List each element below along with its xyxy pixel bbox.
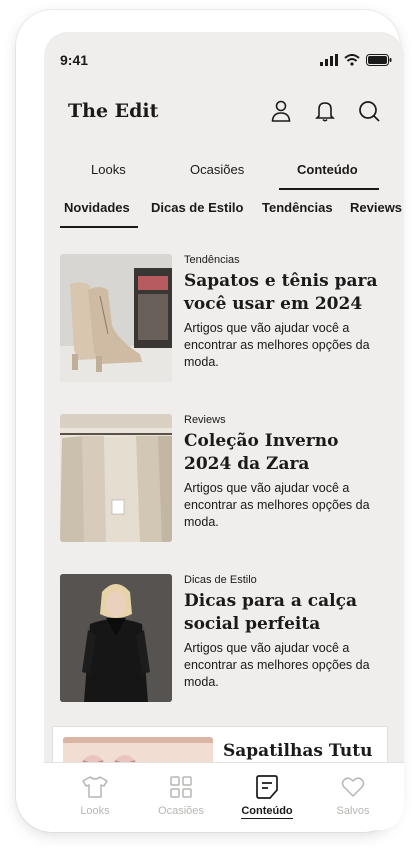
article-title: Sapatilhas Tutu (223, 741, 373, 761)
article-image-shoes (60, 254, 172, 382)
main-tabs: Looks Ocasiões Conteúdo (44, 152, 404, 192)
article-category: Dicas de Estilo (184, 574, 257, 586)
app-screen: 9:41 The Edit Looks Ocasiões Conteúdo No… (44, 32, 404, 830)
notifications-button[interactable] (312, 98, 338, 124)
article-title: Sapatos e tênis para você usar em 2024 (184, 271, 378, 314)
phone-frame: 9:41 The Edit Looks Ocasiões Conteúdo No… (16, 10, 404, 832)
article-title: Coleção Inverno 2024 da Zara (184, 431, 339, 474)
subtab-novidades[interactable]: Novidades (64, 200, 130, 215)
bell-icon (315, 102, 335, 122)
active-subtab-indicator (60, 226, 138, 228)
article-image-woman-suit (60, 574, 172, 702)
app-title: The Edit (68, 100, 159, 122)
nav-label: Looks (80, 805, 110, 817)
tshirt-icon (82, 776, 108, 798)
nav-label: Ocasiões (158, 805, 204, 817)
article-icon (256, 775, 278, 799)
active-tab-indicator (279, 188, 379, 190)
wifi-icon (344, 54, 360, 66)
nav-item-ocasioes[interactable]: Ocasiões (145, 773, 217, 819)
battery-icon (366, 54, 392, 66)
subtab-dicas-de-estilo[interactable]: Dicas de Estilo (151, 200, 243, 215)
app-header: The Edit (44, 92, 404, 132)
status-bar: 9:41 (44, 32, 404, 76)
signal-icon (320, 54, 338, 66)
article-description: Artigos que vão ajudar você a encontrar … (184, 321, 370, 369)
article-card[interactable]: Dicas de Estilo Dicas para a calça socia… (60, 574, 390, 704)
tab-conteudo[interactable]: Conteúdo (297, 162, 358, 177)
nav-label: Conteúdo (241, 805, 293, 819)
bottom-navigation: Looks Ocasiões Conteúdo Salvos (44, 762, 404, 830)
user-icon (271, 100, 291, 122)
heart-icon (341, 777, 365, 797)
article-description: Artigos que vão ajudar você a encontrar … (184, 481, 370, 529)
article-card[interactable]: Reviews Coleção Inverno 2024 da Zara Art… (60, 414, 390, 544)
grid-icon (170, 776, 192, 798)
status-icons (320, 54, 392, 66)
article-category: Reviews (184, 414, 226, 426)
sub-tabs: Novidades Dicas de Estilo Tendências Rev… (44, 198, 404, 230)
subtab-reviews[interactable]: Reviews (350, 200, 402, 215)
nav-item-conteudo[interactable]: Conteúdo (231, 773, 303, 819)
tab-looks[interactable]: Looks (91, 162, 126, 177)
profile-button[interactable] (268, 98, 294, 124)
article-description: Artigos que vão ajudar você a encontrar … (184, 641, 370, 689)
status-time: 9:41 (60, 52, 89, 68)
search-button[interactable] (356, 98, 382, 124)
nav-item-looks[interactable]: Looks (59, 773, 131, 819)
article-title: Dicas para a calça social perfeita (184, 591, 357, 634)
tab-ocasioes[interactable]: Ocasiões (190, 162, 244, 177)
nav-label: Salvos (336, 805, 370, 817)
subtab-tendencias[interactable]: Tendências (262, 200, 333, 215)
article-image-coats (60, 414, 172, 542)
article-card[interactable]: Tendências Sapatos e tênis para você usa… (60, 254, 390, 384)
nav-item-salvos[interactable]: Salvos (317, 773, 389, 819)
article-category: Tendências (184, 254, 240, 266)
search-icon (359, 101, 380, 122)
